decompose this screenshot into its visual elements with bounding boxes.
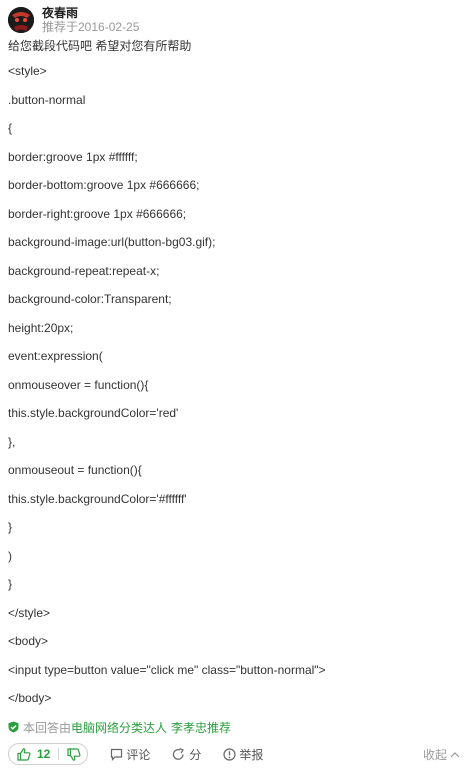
thumbs-down-icon xyxy=(67,747,81,761)
downvote-button[interactable] xyxy=(67,747,81,761)
comment-label: 评论 xyxy=(126,747,151,762)
share-icon xyxy=(172,747,186,761)
code-line: onmouseout = function(){ xyxy=(8,463,142,477)
user-avatar[interactable] xyxy=(8,7,34,33)
vote-control: 12 xyxy=(8,743,89,765)
upvote-count: 12 xyxy=(37,747,51,761)
code-line: height:20px; xyxy=(8,320,74,335)
action-bar: 12 评论 分 举报 收起 xyxy=(8,742,460,766)
recommend-time: 推荐于2016-02-25 xyxy=(42,20,140,34)
code-line: </style> xyxy=(8,605,51,620)
recommendation-note: 本回答由 电脑网络分类达人 李孝忠 推荐 xyxy=(8,719,231,735)
upvote-button[interactable]: 12 xyxy=(17,747,58,761)
code-line: <style> xyxy=(8,64,47,78)
code-line: background-image:url(button-bg03.gif); xyxy=(8,235,216,249)
answer-intro-text: 给您截段代码吧 希望对您有所帮助 xyxy=(8,39,192,53)
code-line: ) xyxy=(8,548,12,563)
code-line: this.style.backgroundColor='red' xyxy=(8,406,179,420)
recommendation-person-link[interactable]: 李孝忠 xyxy=(171,719,207,736)
collapse-button[interactable]: 收起 xyxy=(423,746,460,763)
collapse-label: 收起 xyxy=(422,747,447,762)
comment-icon xyxy=(110,748,123,761)
code-line: </body> xyxy=(8,691,52,705)
answer-header: 夜春雨 推荐于2016-02-25 xyxy=(8,6,139,34)
code-line: .button-normal xyxy=(8,92,86,107)
code-line: border-right:groove 1px #666666; xyxy=(8,206,187,221)
recommendation-prefix: 本回答由 xyxy=(23,720,72,735)
code-line: event:expression( xyxy=(8,349,103,363)
author-info: 夜春雨 推荐于2016-02-25 xyxy=(42,6,139,34)
comment-button[interactable]: 评论 xyxy=(110,746,150,763)
answer-content: 给您截段代码吧 希望对您有所帮助 <style> .button-normal { bo… xyxy=(8,38,462,719)
share-label: 分 xyxy=(189,747,202,762)
code-line: <input type=button value="click me" clas… xyxy=(8,662,326,677)
code-line: background-repeat:repeat-x; xyxy=(8,263,160,278)
code-line: border-bottom:groove 1px #666666; xyxy=(8,178,200,192)
code-line: border:groove 1px #ffffff; xyxy=(8,149,138,164)
share-button[interactable]: 分 xyxy=(172,746,201,763)
code-line: this.style.backgroundColor='#ffffff' xyxy=(8,491,187,506)
code-line: onmouseover = function(){ xyxy=(8,377,149,392)
report-label: 举报 xyxy=(239,747,264,762)
recommendation-category-link[interactable]: 电脑网络分类达人 xyxy=(71,719,167,736)
code-line: } xyxy=(8,577,13,591)
code-line: background-color:Transparent; xyxy=(8,292,172,306)
code-line: }, xyxy=(8,434,16,449)
author-name[interactable]: 夜春雨 xyxy=(42,6,139,20)
code-line: } xyxy=(8,520,13,534)
recommendation-suffix: 推荐 xyxy=(207,720,232,735)
thumbs-up-icon xyxy=(17,747,31,761)
vote-divider xyxy=(58,748,60,760)
code-line: <body> xyxy=(8,634,49,648)
chevron-up-icon xyxy=(450,751,460,758)
shield-check-icon xyxy=(8,721,19,733)
report-button[interactable]: 举报 xyxy=(223,746,263,763)
report-icon xyxy=(223,747,236,761)
code-line: { xyxy=(8,121,13,135)
